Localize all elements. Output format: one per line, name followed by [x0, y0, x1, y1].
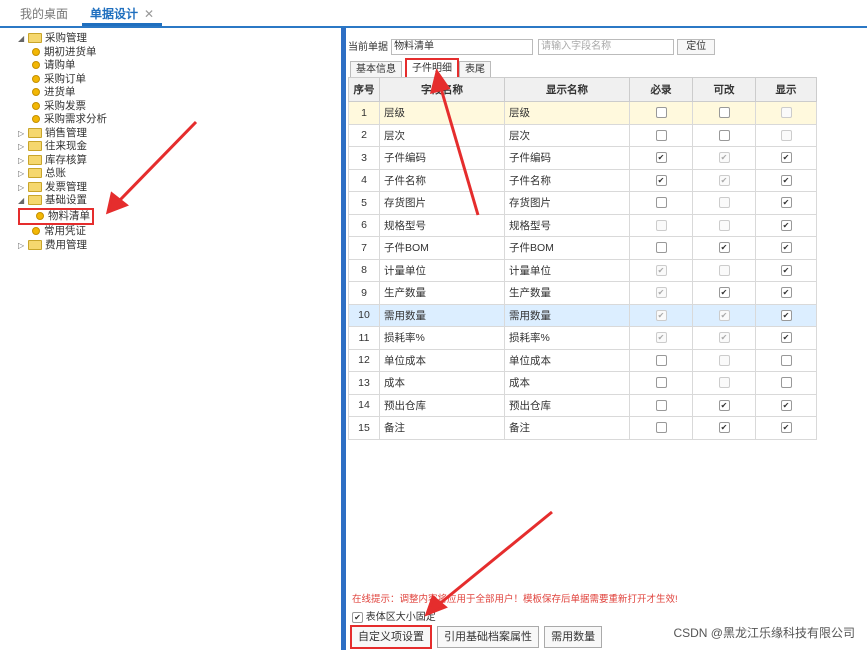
arrow-button-head	[424, 594, 448, 617]
arrow-button	[437, 510, 553, 607]
arrow-tree	[118, 120, 198, 202]
annotation-arrows	[105, 68, 553, 617]
arrow-subtab-head	[429, 68, 451, 95]
arrow-subtab	[438, 84, 480, 216]
